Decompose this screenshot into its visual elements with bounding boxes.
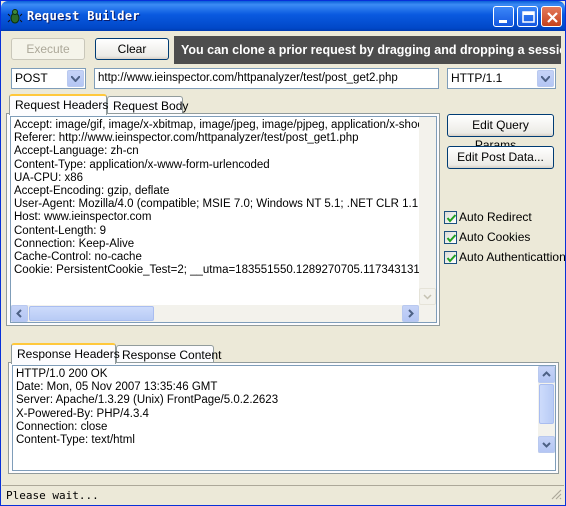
title-bar[interactable]: Request Builder	[1, 1, 565, 31]
auto-redirect-label: Auto Redirect	[459, 210, 532, 224]
response-header-line: X-Powered-By: PHP/4.3.4	[16, 407, 149, 420]
request-headers-panel: Accept: image/gif, image/x-xbitmap, imag…	[6, 113, 440, 326]
bug-icon	[7, 8, 23, 24]
horizontal-scrollbar[interactable]	[11, 305, 436, 322]
request-header-line: User-Agent: Mozilla/4.0 (compatible; MSI…	[14, 198, 437, 211]
http-version-value: HTTP/1.1	[451, 71, 503, 85]
close-button[interactable]	[541, 6, 562, 27]
request-header-line: Accept-Language: zh-cn	[14, 145, 139, 158]
resize-grip-icon[interactable]	[550, 488, 562, 503]
auto-cookies-label: Auto Cookies	[459, 230, 531, 244]
edit-query-params-button[interactable]: Edit Query Params...	[447, 114, 554, 152]
tab-request-headers[interactable]: Request Headers	[9, 94, 108, 115]
request-headers-text: Accept: image/gif, image/x-xbitmap, imag…	[14, 119, 437, 277]
tab-response-headers[interactable]: Response Headers	[11, 343, 120, 364]
maximize-button[interactable]	[517, 6, 538, 27]
response-header-line: Connection: close	[16, 420, 108, 433]
request-header-line: Content-Length: 9	[14, 224, 107, 237]
request-header-line: Cookie: PersistentCookie_Test=2; __utma=…	[14, 264, 437, 277]
response-header-line: Content-Type: text/html	[16, 434, 135, 447]
checkmark-icon	[444, 251, 457, 264]
request-header-line: UA-CPU: x86	[14, 171, 84, 184]
scroll-right-icon[interactable]	[402, 305, 419, 322]
http-version-select[interactable]: HTTP/1.1	[447, 68, 556, 89]
request-header-line: Content-Type: application/x-www-form-url…	[14, 158, 270, 171]
request-header-line: Cache-Control: no-cache	[14, 251, 142, 264]
status-bar: Please wait...	[2, 485, 564, 505]
status-text: Please wait...	[6, 489, 99, 502]
horizontal-scroll-thumb[interactable]	[29, 306, 154, 321]
response-header-line: Server: Apache/1.3.29 (Unix) FrontPage/5…	[16, 394, 279, 407]
vertical-scrollbar[interactable]	[538, 366, 555, 453]
url-input[interactable]: http://www.ieinspector.com/httpanalyzer/…	[94, 68, 439, 89]
minimize-button[interactable]	[493, 6, 514, 27]
execute-button[interactable]: Execute	[11, 38, 85, 60]
response-headers-textarea[interactable]: HTTP/1.0 200 OK Date: Mon, 05 Nov 2007 13…	[12, 365, 556, 471]
edit-post-data-button[interactable]: Edit Post Data...	[447, 146, 554, 169]
response-header-line: HTTP/1.0 200 OK	[16, 368, 108, 380]
vertical-scroll-thumb[interactable]	[539, 384, 554, 424]
auto-authentication-label: Auto Authenticattion	[459, 250, 566, 264]
method-value: POST	[15, 71, 48, 85]
request-header-line: Accept-Encoding: gzip, deflate	[14, 185, 170, 198]
chevron-down-icon[interactable]	[67, 70, 84, 87]
checkmark-icon	[444, 211, 457, 224]
checkmark-icon	[444, 231, 457, 244]
request-header-line: Host: www.ieinspector.com	[14, 211, 152, 224]
window-title: Request Builder	[27, 9, 140, 23]
clone-hint-banner: You can clone a prior request by draggin…	[174, 36, 561, 64]
request-header-line: Connection: Keep-Alive	[14, 237, 135, 250]
clear-button[interactable]: Clear	[95, 38, 169, 60]
response-headers-text: HTTP/1.0 200 OK Date: Mon, 05 Nov 2007 13…	[16, 368, 278, 447]
scroll-down-icon[interactable]	[419, 288, 436, 305]
response-header-line: Date: Mon, 05 Nov 2007 13:35:46 GMT	[16, 381, 218, 394]
vertical-scrollbar[interactable]	[419, 117, 436, 305]
request-headers-textarea[interactable]: Accept: image/gif, image/x-xbitmap, imag…	[10, 116, 437, 323]
scroll-left-icon[interactable]	[11, 305, 28, 322]
scroll-down-icon[interactable]	[538, 436, 555, 453]
request-builder-window: Request Builder Execute Clear You can cl…	[0, 0, 566, 506]
method-select[interactable]: POST	[11, 68, 86, 89]
request-header-line: Accept: image/gif, image/x-xbitmap, imag…	[14, 119, 437, 131]
request-header-line: Referer: http://www.ieinspector.com/http…	[14, 132, 359, 145]
response-headers-panel: HTTP/1.0 200 OK Date: Mon, 05 Nov 2007 13…	[8, 362, 559, 474]
scroll-up-icon[interactable]	[538, 366, 555, 383]
chevron-down-icon[interactable]	[537, 70, 554, 87]
